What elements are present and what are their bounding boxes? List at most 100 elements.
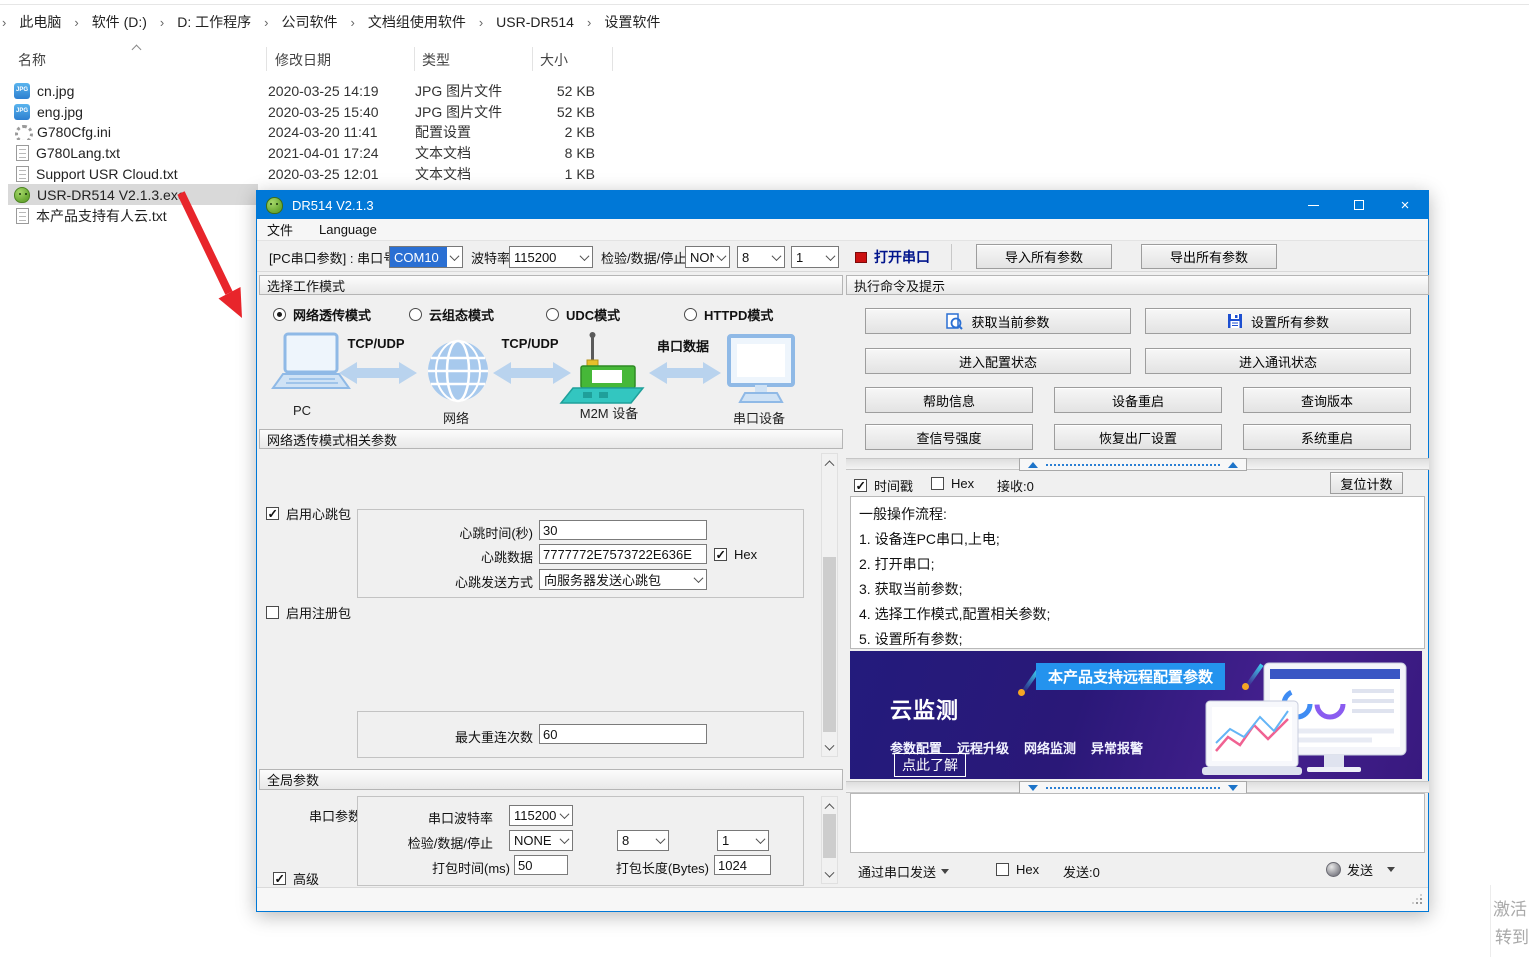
- reset-counter-button[interactable]: 复位计数: [1330, 472, 1403, 494]
- scroll-down-icon[interactable]: [822, 740, 837, 756]
- global-stopbits-select[interactable]: 1: [717, 830, 769, 851]
- breadcrumb-work-programs[interactable]: D: 工作程序: [177, 12, 251, 32]
- help-info-button[interactable]: 帮助信息: [865, 387, 1033, 413]
- close-button[interactable]: ×: [1382, 191, 1428, 219]
- breadcrumb-setup-software[interactable]: 设置软件: [604, 12, 660, 32]
- global-databits-select[interactable]: 8: [617, 830, 669, 851]
- com-port-select[interactable]: COM10: [389, 246, 463, 268]
- open-serial-button[interactable]: 打开串口: [855, 245, 947, 269]
- scrollbar-thumb[interactable]: [823, 557, 836, 732]
- device-reboot-button[interactable]: 设备重启: [1054, 387, 1222, 413]
- stopbits-select[interactable]: 1: [791, 246, 839, 268]
- factory-reset-button[interactable]: 恢复出厂设置: [1054, 424, 1222, 450]
- breadcrumb-this-pc[interactable]: 此电脑: [19, 12, 61, 32]
- column-header-date[interactable]: 修改日期: [275, 50, 331, 70]
- system-reboot-button[interactable]: 系统重启: [1243, 424, 1411, 450]
- column-header-size[interactable]: 大小: [540, 50, 568, 70]
- node-label-pc: PC: [267, 403, 337, 418]
- global-baud-select[interactable]: 115200: [509, 805, 573, 826]
- column-header-type[interactable]: 类型: [422, 50, 450, 70]
- chevron-down-icon: [557, 831, 572, 850]
- query-version-button[interactable]: 查询版本: [1243, 387, 1411, 413]
- hb-mode-select[interactable]: 向服务器发送心跳包: [539, 569, 707, 590]
- global-scrollbar[interactable]: [821, 796, 838, 884]
- file-row[interactable]: eng.jpg 2020-03-25 15:40 JPG 图片文件 52 KB: [8, 101, 612, 122]
- collapse-up-icon: [1028, 462, 1038, 468]
- radio-selected-icon: [273, 308, 286, 321]
- advanced-checkbox[interactable]: 高级: [273, 869, 319, 888]
- send-via-dropdown[interactable]: 通过串口发送: [858, 862, 949, 881]
- timestamp-checkbox[interactable]: 时间戳: [854, 476, 913, 495]
- activate-watermark-line1: 激活: [1493, 895, 1527, 920]
- file-row-selected[interactable]: USR-DR514 V2.1.3.exe: [8, 184, 258, 205]
- column-header-name[interactable]: 名称: [18, 50, 46, 70]
- chevron-down-icon: [577, 247, 592, 267]
- import-params-button[interactable]: 导入所有参数: [976, 244, 1112, 269]
- file-row[interactable]: Support USR Cloud.txt 2020-03-25 12:01 文…: [8, 163, 612, 184]
- file-size: 52 KB: [533, 104, 595, 120]
- scroll-down-icon[interactable]: [822, 867, 837, 883]
- pack-len-label: 打包长度(Bytes): [591, 858, 709, 877]
- hb-time-input[interactable]: [539, 520, 707, 540]
- breadcrumb-company-software[interactable]: 公司软件: [281, 12, 337, 32]
- resize-grip[interactable]: [1412, 894, 1422, 904]
- baud-select[interactable]: 115200: [509, 246, 593, 268]
- get-params-button[interactable]: 获取当前参数: [865, 308, 1131, 334]
- scroll-up-icon[interactable]: [822, 797, 837, 813]
- enter-config-button[interactable]: 进入配置状态: [865, 348, 1131, 374]
- mode-option-udc[interactable]: UDC模式: [546, 305, 620, 324]
- checkbox-unchecked-icon: [996, 863, 1009, 876]
- node-label-network: 网络: [426, 408, 486, 427]
- menu-language[interactable]: Language: [319, 222, 377, 237]
- file-row[interactable]: cn.jpg 2020-03-25 14:19 JPG 图片文件 52 KB: [8, 80, 612, 101]
- global-parity-select[interactable]: NONE: [509, 830, 573, 851]
- promo-banner[interactable]: 本产品支持远程配置参数 云监测 参数配置 远程升级 网络监测 异常报警 点此了解: [850, 651, 1422, 779]
- hb-data-input[interactable]: [539, 544, 707, 564]
- get-params-label: 获取当前参数: [971, 312, 1049, 331]
- signal-strength-button[interactable]: 查信号强度: [865, 424, 1033, 450]
- breadcrumb-doc-group-software[interactable]: 文档组使用软件: [368, 12, 466, 32]
- file-row[interactable]: G780Cfg.ini 2024-03-20 11:41 配置设置 2 KB: [8, 121, 612, 142]
- mode-params-header: 网络透传模式相关参数: [259, 429, 843, 449]
- breadcrumb: › 此电脑 › 软件 (D:) › D: 工作程序 › 公司软件 › 文档组使用…: [2, 12, 660, 32]
- parity-select[interactable]: NONI: [685, 246, 730, 268]
- recv-hex-checkbox[interactable]: Hex: [931, 476, 974, 491]
- menu-file[interactable]: 文件: [267, 220, 293, 239]
- global-stopbits-value: 1: [718, 831, 753, 850]
- file-row[interactable]: 本产品支持有人云.txt: [8, 205, 258, 226]
- chevron-down-icon: [691, 570, 706, 589]
- receive-log-area[interactable]: 一般操作流程: 1. 设备连PC串口,上电; 2. 打开串口; 3. 获取当前参…: [850, 496, 1425, 649]
- mode-option-cloud-scada[interactable]: 云组态模式: [409, 305, 494, 324]
- breadcrumb-usr-dr514[interactable]: USR-DR514: [496, 14, 574, 30]
- databits-select[interactable]: 8: [737, 246, 785, 268]
- send-via-label: 通过串口发送: [858, 862, 936, 881]
- mode-option-httpd[interactable]: HTTPD模式: [684, 305, 773, 324]
- pack-len-input[interactable]: [714, 855, 771, 875]
- heartbeat-enable-checkbox[interactable]: 启用心跳包: [266, 504, 351, 523]
- maximize-button[interactable]: [1336, 191, 1382, 219]
- receive-count: 接收:0: [997, 476, 1034, 495]
- splitter[interactable]: [846, 781, 1429, 793]
- minimize-button[interactable]: [1290, 191, 1336, 219]
- export-params-button[interactable]: 导出所有参数: [1141, 244, 1277, 269]
- mode-option-transparent[interactable]: 网络透传模式: [273, 305, 371, 324]
- send-button[interactable]: 发送: [1326, 860, 1395, 879]
- hb-time-label: 心跳时间(秒): [403, 523, 533, 542]
- scrollbar-thumb[interactable]: [823, 814, 836, 858]
- params-scrollbar[interactable]: [821, 453, 838, 757]
- splitter-handle[interactable]: [1019, 458, 1247, 471]
- send-input-area[interactable]: [850, 793, 1425, 853]
- set-params-button[interactable]: 设置所有参数: [1145, 308, 1411, 334]
- send-hex-checkbox[interactable]: Hex: [996, 862, 1039, 877]
- pack-time-input[interactable]: [514, 855, 568, 875]
- scroll-up-icon[interactable]: [822, 454, 837, 470]
- register-enable-checkbox[interactable]: 启用注册包: [266, 603, 351, 622]
- title-bar[interactable]: DR514 V2.1.3 ×: [257, 191, 1428, 219]
- enter-comm-button[interactable]: 进入通讯状态: [1145, 348, 1411, 374]
- learn-more-button[interactable]: 点此了解: [894, 753, 966, 777]
- breadcrumb-drive-d[interactable]: 软件 (D:): [92, 12, 147, 32]
- reconnect-input[interactable]: [539, 724, 707, 744]
- hb-hex-checkbox[interactable]: Hex: [714, 547, 757, 562]
- splitter[interactable]: [846, 458, 1429, 470]
- file-row[interactable]: G780Lang.txt 2021-04-01 17:24 文本文档 8 KB: [8, 142, 612, 163]
